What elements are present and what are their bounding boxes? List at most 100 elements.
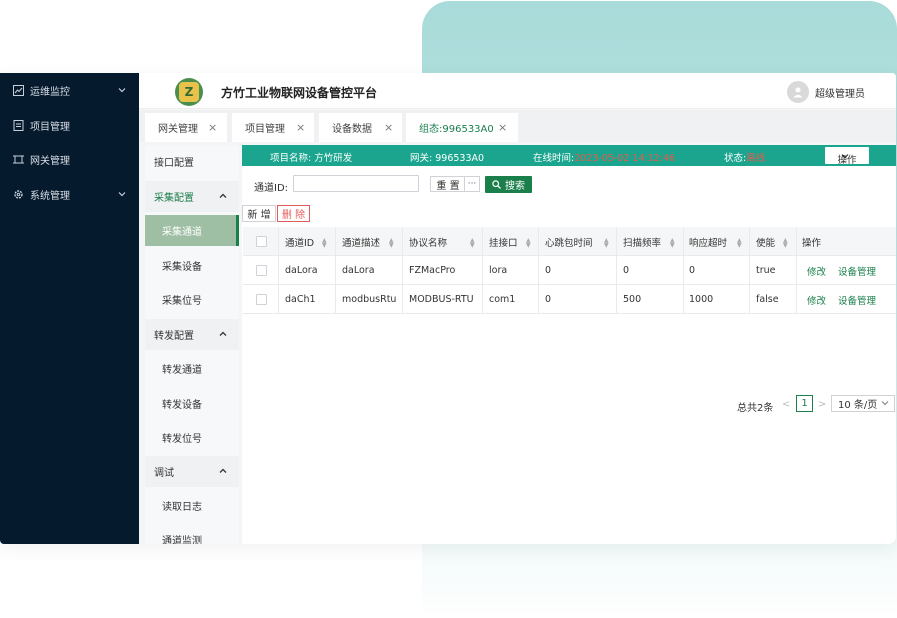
close-icon[interactable]: × [384, 121, 393, 134]
chevron-down-icon [881, 399, 889, 409]
add-button[interactable]: 新 增 [242, 205, 276, 222]
tab-project-mgmt[interactable]: 项目管理 × [232, 113, 314, 142]
table-row: daLora daLora FZMacPro lora 0 0 0 true 修… [243, 256, 896, 285]
edit-link[interactable]: 修改 [807, 285, 826, 314]
submenu-item-read-log[interactable]: 读取日志 [145, 490, 239, 521]
operation-dropdown-button[interactable]: 操作 [825, 147, 869, 166]
submenu-item-forward-tag[interactable]: 转发位号 [145, 422, 239, 453]
sort-icon[interactable]: ▲ ▼ [604, 238, 609, 249]
sidebar-item-gateway-mgmt[interactable]: 网关管理 [0, 148, 139, 170]
sort-icon[interactable]: ▲ ▼ [526, 238, 531, 249]
delete-button[interactable]: 删 除 [277, 205, 310, 222]
pagination-prev[interactable]: < [782, 399, 790, 410]
status-label: 状态: [724, 153, 747, 164]
submenu-item-interface-config[interactable]: 接口配置 [145, 146, 239, 177]
main-content: 项目名称: 方竹研发 网关: 996533A0 在线时间:2023-05-02 … [242, 145, 896, 544]
column-header-scan-freq[interactable]: 扫描频率 [623, 227, 661, 256]
app-title: 方竹工业物联网设备管控平台 [221, 86, 378, 100]
column-header-port[interactable]: 挂接口 [489, 227, 518, 256]
sort-icon[interactable]: ▲ ▼ [737, 238, 742, 249]
sort-icon[interactable]: ▲ ▼ [670, 238, 675, 249]
tab-label: 项目管理 [245, 124, 285, 135]
cell-protocol: MODBUS-RTU [409, 294, 474, 305]
close-icon[interactable]: × [296, 121, 305, 134]
tab-gateway-mgmt[interactable]: 网关管理 × [145, 113, 227, 142]
submenu-group-collect[interactable]: 采集配置 [145, 181, 239, 212]
sort-icon[interactable]: ▲ ▼ [322, 238, 327, 249]
chevron-down-icon [118, 86, 126, 94]
submenu-label: 通道监测 [162, 536, 202, 544]
pagination-current-page[interactable]: 1 [796, 395, 813, 412]
column-header-protocol[interactable]: 协议名称 [409, 227, 447, 256]
user-name[interactable]: 超级管理员 [815, 85, 865, 100]
row-checkbox[interactable] [256, 256, 267, 285]
online-time-label: 在线时间: [533, 153, 575, 164]
more-button[interactable]: ··· [464, 176, 480, 192]
avatar[interactable] [787, 81, 809, 103]
submenu-group-forward[interactable]: 转发配置 [145, 319, 239, 350]
cell-scan-freq: 500 [623, 294, 642, 305]
project-name-info: 项目名称: 方竹研发 [270, 150, 352, 164]
tab-device-data[interactable]: 设备数据 × [319, 113, 402, 142]
tab-configuration[interactable]: 组态:996533A0 × [406, 113, 518, 142]
sidebar-item-label: 运维监控 [30, 86, 70, 98]
pagination-next[interactable]: > [818, 399, 826, 410]
online-time-info: 在线时间:2023-05-02 14:12:46 [533, 150, 675, 164]
cell-channel-desc: modbusRtu [342, 294, 397, 305]
pagination-total: 总共2条 [737, 403, 774, 414]
close-icon[interactable]: × [208, 121, 217, 134]
gateway-value: 996533A0 [435, 153, 485, 164]
edit-link[interactable]: 修改 [807, 256, 826, 285]
submenu-item-forward-channel[interactable]: 转发通道 [145, 353, 239, 384]
gateway-icon [13, 154, 24, 165]
submenu-group-debug[interactable]: 调试 [145, 456, 239, 487]
cell-enable: false [756, 294, 779, 305]
column-header-channel-desc[interactable]: 通道描述 [342, 227, 380, 256]
submenu-item-forward-device[interactable]: 转发设备 [145, 388, 239, 419]
sort-icon[interactable]: ▲ ▼ [389, 238, 394, 249]
project-name-label: 项目名称: [270, 153, 312, 164]
column-header-heartbeat[interactable]: 心跳包时间 [545, 227, 593, 256]
column-header-timeout[interactable]: 响应超时 [689, 227, 727, 256]
submenu-label: 转发设备 [162, 400, 202, 411]
logo-mark: Z [179, 82, 199, 102]
submenu-label: 转发位号 [162, 434, 202, 445]
column-header-enable[interactable]: 使能 [756, 227, 775, 256]
row-checkbox[interactable] [256, 285, 267, 314]
sidebar-item-label: 网关管理 [30, 155, 70, 167]
page-size-select[interactable]: 10 条/页 [831, 395, 895, 412]
submenu-item-channel-monitor[interactable]: 通道监测 [145, 524, 239, 544]
project-name-value: 方竹研发 [314, 153, 353, 164]
column-header-channel-id[interactable]: 通道ID [285, 227, 314, 256]
sidebar-item-label: 项目管理 [30, 121, 70, 133]
gateway-label: 网关: [410, 153, 433, 164]
cell-protocol: FZMacPro [409, 265, 456, 276]
cell-enable: true [756, 265, 776, 276]
online-time-value: 2023-05-02 14:12:46 [574, 153, 676, 164]
tab-label: 设备数据 [332, 124, 372, 135]
sidebar-item-project-mgmt[interactable]: 项目管理 [0, 114, 139, 136]
channel-id-input[interactable] [293, 175, 419, 192]
device-manage-link[interactable]: 设备管理 [838, 285, 876, 314]
sidebar-item-system-mgmt[interactable]: 系统管理 [0, 183, 139, 205]
device-manage-link[interactable]: 设备管理 [838, 256, 876, 285]
submenu-label: 读取日志 [162, 502, 202, 513]
tab-label: 网关管理 [158, 124, 198, 135]
submenu-item-collect-channel[interactable]: 采集通道 [145, 215, 239, 246]
submenu-item-collect-device[interactable]: 采集设备 [145, 250, 239, 281]
search-button[interactable]: 搜索 [485, 176, 532, 193]
sort-icon[interactable]: ▲ ▼ [783, 238, 788, 249]
submenu-label: 采集位号 [162, 296, 202, 307]
cell-channel-id: daCh1 [285, 294, 316, 305]
submenu-item-collect-tag[interactable]: 采集位号 [145, 284, 239, 315]
reset-button[interactable]: 重 置 [430, 176, 466, 192]
cell-timeout: 0 [689, 265, 696, 276]
select-all-checkbox[interactable] [256, 227, 267, 256]
close-icon[interactable]: × [498, 121, 507, 134]
submenu-group-label: 采集配置 [154, 193, 194, 204]
top-header: Z 方竹工业物联网设备管控平台 超级管理员 [139, 73, 896, 109]
sidebar-item-ops-monitor[interactable]: 运维监控 [0, 79, 139, 101]
channel-id-label: 通道ID: [254, 183, 289, 194]
sort-icon[interactable]: ▲ ▼ [470, 238, 475, 249]
cell-port: lora [489, 265, 508, 276]
